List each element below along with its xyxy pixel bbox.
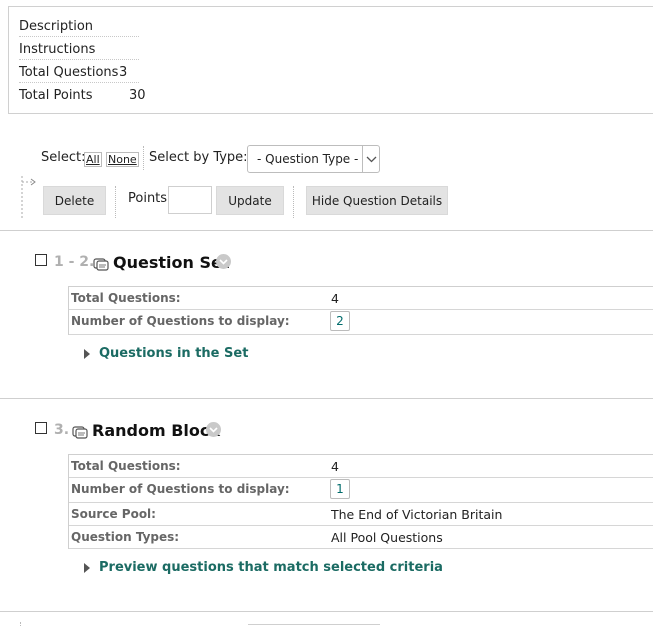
- detail-label: Total Questions:: [71, 459, 181, 473]
- divider: [143, 146, 144, 170]
- divider: [20, 622, 22, 626]
- section-divider: [0, 611, 653, 612]
- expander-label: Preview questions that match selected cr…: [99, 560, 443, 575]
- summary-value: 30: [129, 88, 146, 103]
- questions-to-display-field[interactable]: 2: [330, 311, 350, 331]
- section-divider: [0, 398, 653, 399]
- update-button[interactable]: Update: [216, 186, 284, 215]
- detail-value: 4: [331, 459, 339, 474]
- points-label: Points: [128, 191, 168, 206]
- table-row: Total Questions: 4: [69, 455, 653, 478]
- section-divider: [0, 230, 653, 231]
- summary-label: Total Points: [19, 88, 93, 103]
- summary-value: 3: [119, 65, 128, 80]
- table-row: Total Questions: 4: [69, 287, 653, 310]
- delete-button[interactable]: Delete: [43, 186, 106, 215]
- summary-row-total-questions: Total Questions 3: [19, 61, 139, 83]
- summary-label: Description: [19, 19, 94, 34]
- select-label: Select:: [41, 150, 86, 165]
- question-type-select[interactable]: - Question Type -: [247, 145, 380, 173]
- random-block-icon: [72, 425, 88, 439]
- detail-label: Number of Questions to display:: [71, 482, 290, 496]
- expand-arrow-icon: [84, 563, 90, 573]
- summary-row-total-points: Total Points 30: [19, 84, 146, 106]
- question-checkbox[interactable]: [35, 422, 47, 434]
- expander-label: Questions in the Set: [99, 346, 249, 361]
- question-number: 1 - 2.: [54, 254, 95, 270]
- points-input[interactable]: [168, 186, 212, 214]
- chevron-down-icon[interactable]: [216, 254, 231, 269]
- chevron-down-icon: [362, 146, 379, 172]
- divider: [115, 186, 116, 218]
- detail-value: All Pool Questions: [331, 530, 443, 545]
- divider: [293, 186, 294, 218]
- detail-label: Source Pool:: [71, 507, 156, 521]
- questions-to-display-field[interactable]: 1: [330, 479, 350, 499]
- detail-value: The End of Victorian Britain: [331, 507, 503, 522]
- question-checkbox[interactable]: [35, 254, 47, 266]
- detail-label: Number of Questions to display:: [71, 314, 290, 328]
- expand-arrow-icon: [84, 349, 90, 359]
- detail-label: Question Types:: [71, 530, 180, 544]
- table-row: Question Types: All Pool Questions: [69, 526, 653, 549]
- question-details-table: Total Questions: 4 Number of Questions t…: [68, 454, 653, 549]
- table-row: Source Pool: The End of Victorian Britai…: [69, 503, 653, 526]
- question-title: Random Block: [92, 421, 220, 440]
- question-title: Question Set: [113, 253, 230, 272]
- bracket-arrow-icon: [20, 176, 40, 220]
- question-details-table: Total Questions: 4 Number of Questions t…: [68, 286, 653, 335]
- chevron-down-icon[interactable]: [206, 422, 221, 437]
- summary-row-description: Description: [19, 15, 139, 37]
- question-set-icon: [93, 257, 109, 271]
- detail-value: 4: [331, 291, 339, 306]
- select-by-type-label: Select by Type:: [149, 150, 248, 165]
- detail-label: Total Questions:: [71, 291, 181, 305]
- question-type-value: - Question Type -: [257, 152, 359, 166]
- question-number: 3.: [54, 422, 70, 438]
- select-none-link[interactable]: None: [106, 152, 139, 167]
- hide-question-details-button[interactable]: Hide Question Details: [306, 186, 448, 215]
- summary-row-instructions: Instructions: [19, 38, 139, 60]
- table-row: Number of Questions to display: 1: [69, 478, 653, 503]
- test-summary: Description Instructions Total Questions…: [8, 6, 653, 114]
- summary-label: Total Questions: [19, 65, 119, 80]
- select-all-link[interactable]: All: [84, 152, 102, 167]
- table-row: Number of Questions to display: 2: [69, 310, 653, 335]
- summary-label: Instructions: [19, 42, 96, 57]
